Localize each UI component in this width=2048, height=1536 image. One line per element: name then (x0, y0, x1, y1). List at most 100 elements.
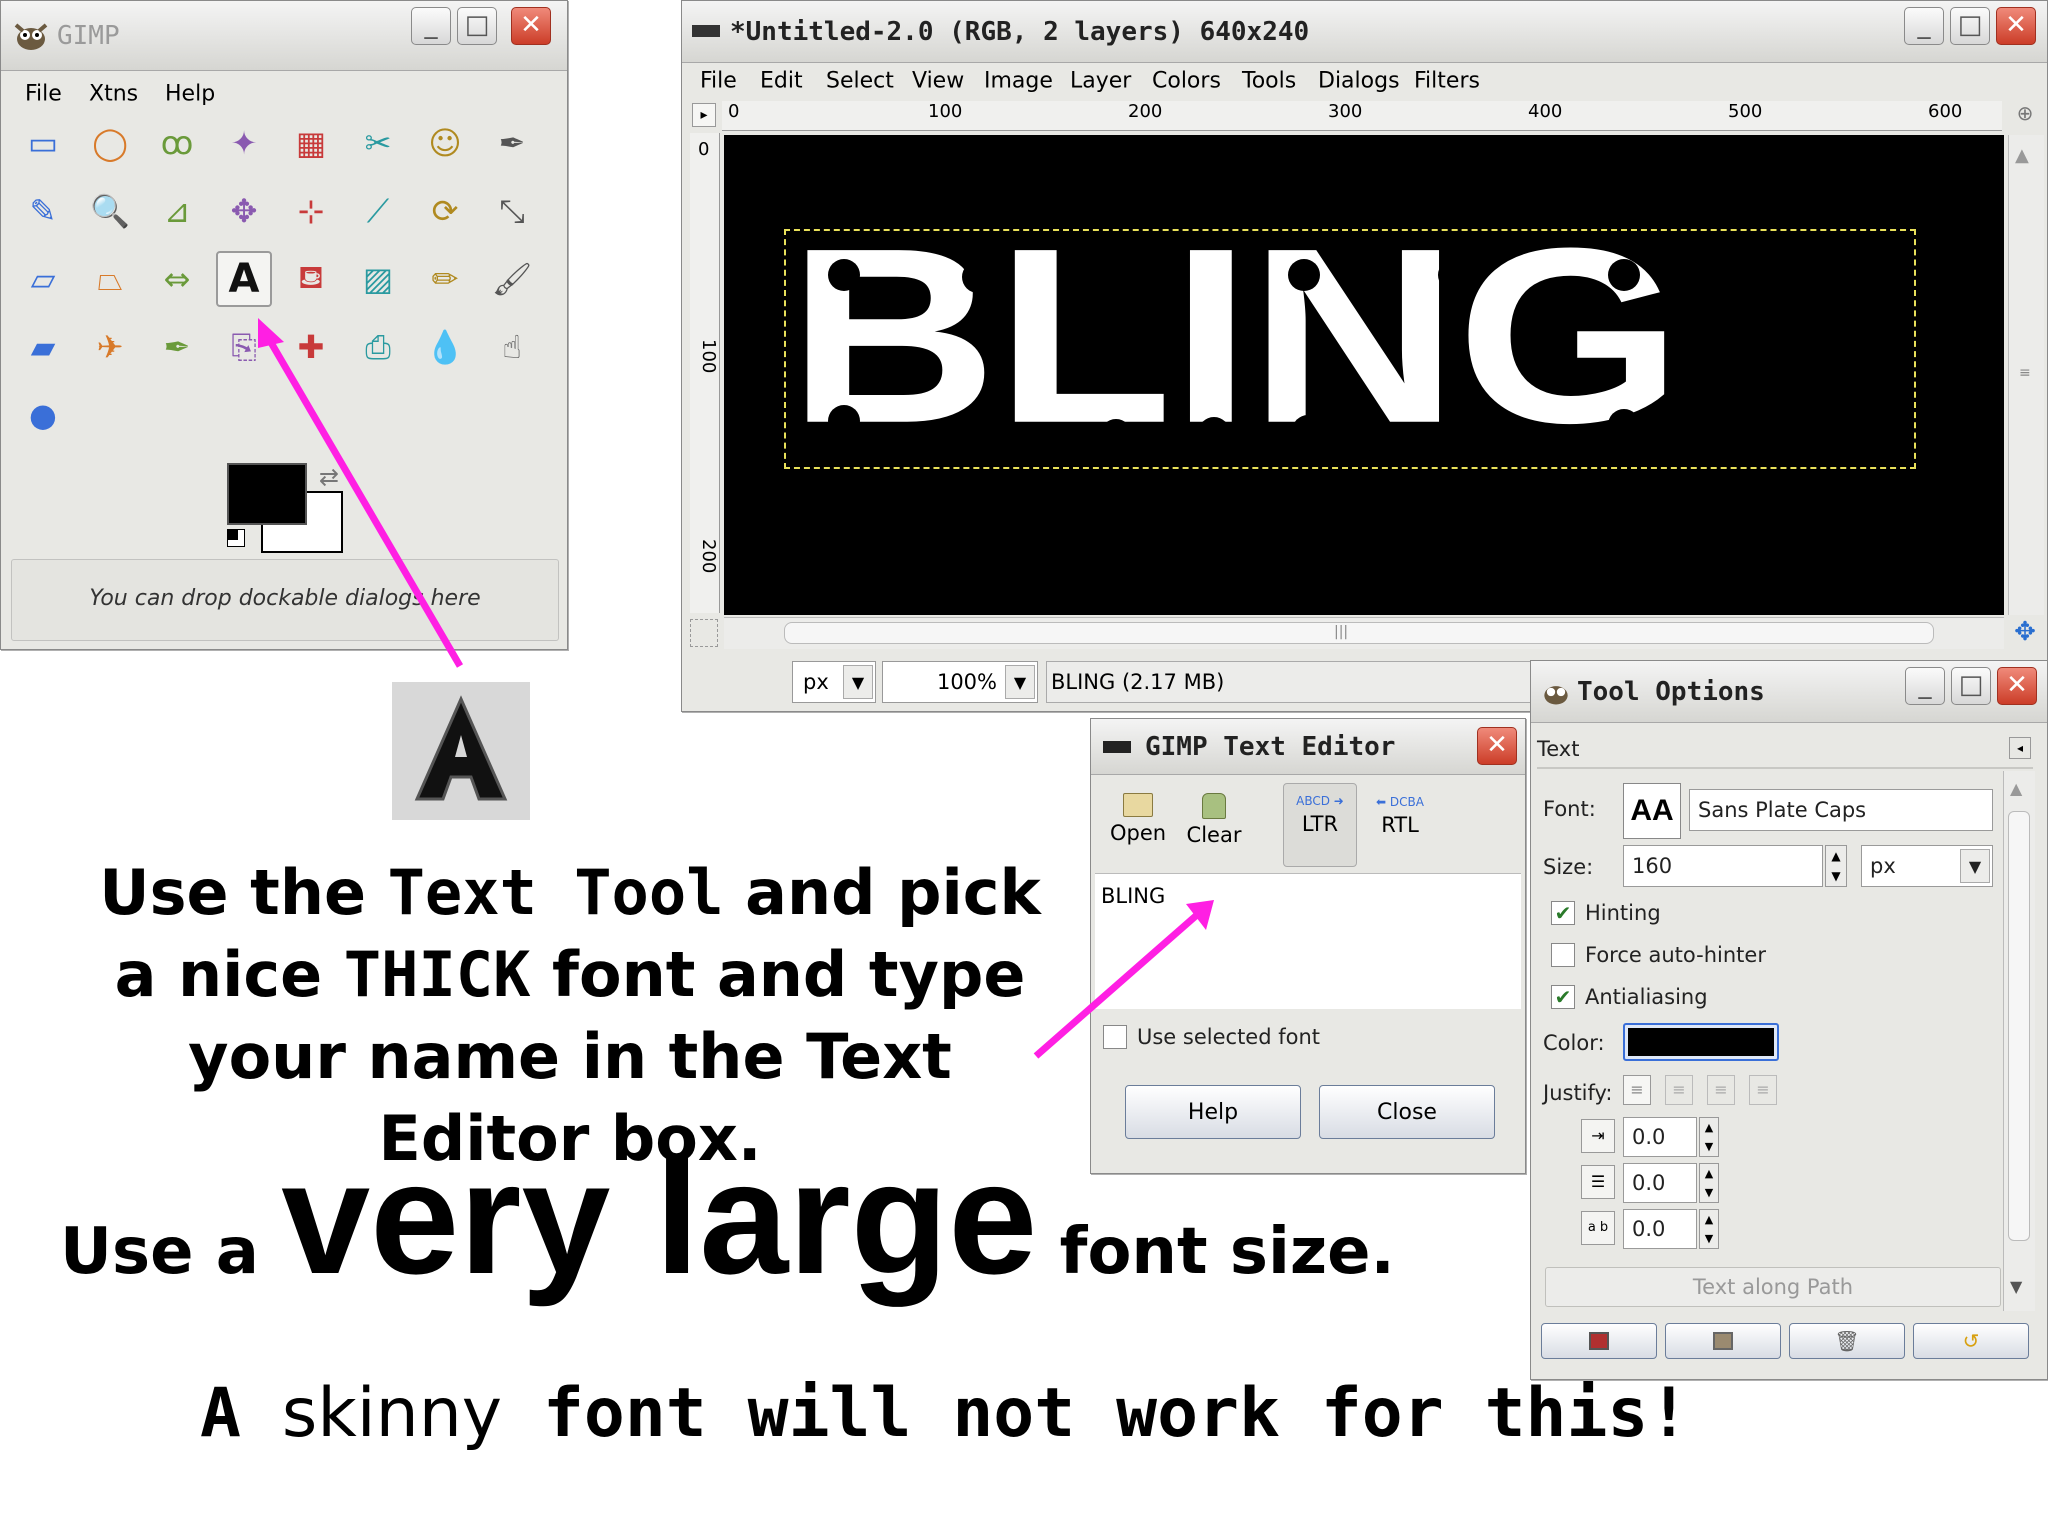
minimize-button[interactable]: _ (1905, 667, 1945, 705)
menu-file[interactable]: File (700, 69, 737, 94)
menu-tools[interactable]: Tools (1242, 69, 1296, 94)
navigate-button[interactable]: ✥ (2008, 617, 2042, 649)
zoom-select[interactable]: 100% ▼ (882, 661, 1038, 703)
vertical-scrollbar[interactable]: ▲ ≡ (2008, 135, 2044, 615)
font-preview-button[interactable]: AA (1623, 783, 1681, 839)
line-spacing-input[interactable]: 0.0 (1623, 1163, 1697, 1203)
tool-airbrush[interactable]: ✈ (82, 319, 138, 375)
font-input[interactable]: Sans Plate Caps (1689, 789, 1993, 831)
letter-spacing-input[interactable]: 0.0 (1623, 1209, 1697, 1249)
horizontal-ruler[interactable]: 0 100 200 300 400 500 600 (722, 101, 2002, 131)
tool-free-select[interactable]: ꝏ (149, 115, 205, 171)
save-options-button[interactable] (1541, 1323, 1657, 1359)
ltr-button[interactable]: ABCD ➜ LTR (1283, 783, 1357, 867)
menu-help[interactable]: Help (165, 82, 215, 107)
menu-xtns[interactable]: Xtns (89, 82, 138, 107)
tool-foreground-select[interactable]: ☺ (417, 115, 473, 171)
delete-options-button[interactable]: 🗑 (1789, 1323, 1905, 1359)
close-dialog-button[interactable]: Close (1319, 1085, 1495, 1139)
tool-bucket-fill[interactable]: ⛾ (283, 251, 339, 307)
close-button[interactable]: ✕ (1996, 7, 2036, 45)
menu-filters[interactable]: Filters (1414, 69, 1480, 94)
close-button[interactable]: ✕ (1997, 667, 2037, 705)
tool-rect-select[interactable]: ▭ (15, 115, 71, 171)
menu-dialogs[interactable]: Dialogs (1318, 69, 1400, 94)
unit-select[interactable]: px ▼ (792, 661, 876, 703)
tool-scissors[interactable]: ✂ (350, 115, 406, 171)
close-button[interactable]: ✕ (511, 7, 551, 45)
close-button[interactable]: ✕ (1477, 727, 1517, 765)
tool-scale[interactable]: ⤡ (484, 183, 540, 239)
menu-view[interactable]: View (912, 69, 964, 94)
tool-rotate[interactable]: ⟳ (417, 183, 473, 239)
tool-shear[interactable]: ▱ (15, 251, 71, 307)
text-editor-area[interactable]: BLING (1095, 873, 1521, 1009)
maximize-button[interactable]: □ (457, 7, 497, 45)
horizontal-scrollbar[interactable]: ||| (724, 617, 2004, 649)
quick-mask-toggle[interactable] (690, 619, 718, 647)
image-canvas[interactable]: BLING (724, 135, 2004, 615)
clear-button[interactable]: Clear (1179, 785, 1249, 869)
minimize-button[interactable]: _ (411, 7, 451, 45)
restore-options-button[interactable] (1665, 1323, 1781, 1359)
justify-fill-button[interactable]: ≡ (1749, 1075, 1777, 1105)
tool-ink[interactable]: ✒ (149, 319, 205, 375)
indent-input[interactable]: 0.0 (1623, 1117, 1697, 1157)
vertical-ruler[interactable]: 0 100 200 (690, 133, 720, 613)
tool-crop[interactable]: ⟋ (350, 183, 406, 239)
toolbox-titlebar[interactable]: GIMP _ □ ✕ (1, 1, 567, 71)
tool-perspective-clone[interactable]: ⎙ (350, 319, 406, 375)
tool-align[interactable]: ⊹ (283, 183, 339, 239)
hinting-checkbox[interactable]: ✔ (1551, 901, 1575, 925)
justify-left-button[interactable]: ≡ (1623, 1075, 1651, 1105)
tool-color-picker[interactable]: ✎ (15, 183, 71, 239)
menu-image[interactable]: Image (984, 69, 1053, 94)
size-input[interactable]: 160 (1623, 845, 1823, 887)
size-unit-select[interactable]: px ▼ (1861, 845, 1993, 887)
maximize-button[interactable]: □ (1950, 7, 1990, 45)
swap-colors-icon[interactable]: ⇄ (319, 463, 339, 491)
tool-heal[interactable]: ✚ (283, 319, 339, 375)
tool-dodge-burn[interactable]: ● (15, 387, 71, 443)
default-colors-icon[interactable] (227, 529, 245, 547)
image-titlebar[interactable]: *Untitled-2.0 (RGB, 2 layers) 640x240 _ … (682, 1, 2047, 63)
tool-options-scrollbar[interactable]: ▲ ▼ (2003, 771, 2035, 1311)
tool-blend[interactable]: ▨ (350, 251, 406, 307)
foreground-color-swatch[interactable] (227, 463, 307, 525)
menu-edit[interactable]: Edit (760, 69, 803, 94)
justify-center-button[interactable]: ≡ (1707, 1075, 1735, 1105)
text-editor-titlebar[interactable]: GIMP Text Editor ✕ (1091, 719, 1525, 775)
tool-move[interactable]: ✥ (216, 183, 272, 239)
help-button[interactable]: Help (1125, 1085, 1301, 1139)
tool-perspective[interactable]: ⏢ (82, 251, 138, 307)
text-color-button[interactable] (1623, 1023, 1779, 1061)
force-autohinter-checkbox[interactable] (1551, 943, 1575, 967)
rtl-button[interactable]: ⬅ DCBA RTL (1363, 785, 1437, 869)
justify-right-button[interactable]: ≡ (1665, 1075, 1693, 1105)
tool-zoom[interactable]: 🔍 (82, 183, 138, 239)
tool-text[interactable]: A (216, 251, 272, 307)
menu-file[interactable]: File (25, 82, 62, 107)
letter-spacing-stepper[interactable]: ▲ ▼ (1699, 1209, 1719, 1249)
tool-paintbrush[interactable]: 🖌 (484, 251, 540, 307)
tool-measure[interactable]: ⊿ (149, 183, 205, 239)
menu-select[interactable]: Select (826, 69, 894, 94)
line-spacing-stepper[interactable]: ▲ ▼ (1699, 1163, 1719, 1203)
reset-options-button[interactable]: ↺ (1913, 1323, 2029, 1359)
ruler-corner-button[interactable]: ▸ (692, 103, 716, 127)
maximize-button[interactable]: □ (1951, 667, 1991, 705)
tool-fuzzy-select[interactable]: ✦ (216, 115, 272, 171)
tool-convolve[interactable]: 💧 (417, 319, 473, 375)
tool-color-select[interactable]: ▦ (283, 115, 339, 171)
tool-ellipse-select[interactable]: ◯ (82, 115, 138, 171)
open-button[interactable]: Open (1103, 785, 1173, 869)
tool-pencil[interactable]: ✏ (417, 251, 473, 307)
text-along-path-button[interactable]: Text along Path (1545, 1267, 2001, 1307)
menu-layer[interactable]: Layer (1070, 69, 1131, 94)
menu-colors[interactable]: Colors (1152, 69, 1221, 94)
tool-flip[interactable]: ⇔ (149, 251, 205, 307)
configure-tab-icon[interactable]: ◂ (2009, 737, 2031, 759)
tool-eraser[interactable]: ▰ (15, 319, 71, 375)
tool-paths[interactable]: ✒ (484, 115, 540, 171)
tool-clone[interactable]: ⎘ (216, 319, 272, 375)
